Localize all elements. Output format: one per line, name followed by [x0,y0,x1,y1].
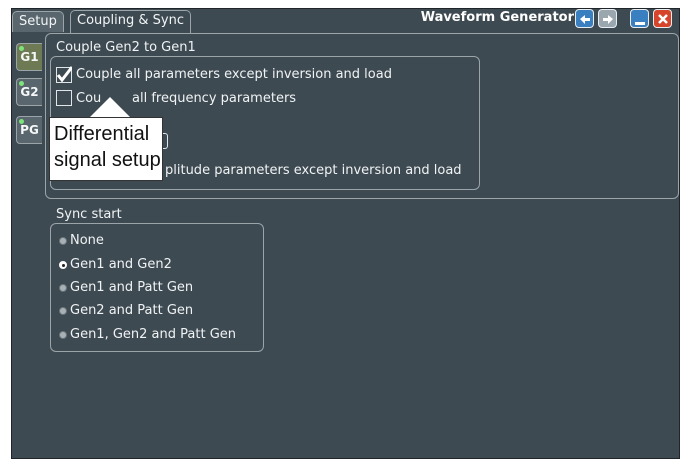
back-button[interactable] [575,9,594,28]
couple-amplitude-label[interactable]: plitude parameters except inversion and … [165,163,462,179]
status-led [19,119,24,124]
side-tab-pg[interactable]: PG [16,116,42,144]
sync-radio-gen1-gen2[interactable] [59,261,67,269]
callout-line-2: signal setup [54,149,161,171]
sync-radio-none[interactable] [59,237,67,245]
callout-line-1: Differential [54,123,150,145]
side-tab-g2[interactable]: G2 [16,78,42,106]
tab-bar: Setup Coupling & Sync Waveform Generator [11,8,680,33]
side-tab-pg-label: PG [20,123,39,137]
sync-heading: Sync start [56,207,122,222]
sync-option-gen1-patt[interactable]: Gen1 and Patt Gen [70,280,193,296]
couple-all-params-label[interactable]: Couple all parameters except inversion a… [76,67,392,83]
couple-all-params-checkbox[interactable] [56,66,72,83]
sync-option-all[interactable]: Gen1, Gen2 and Patt Gen [70,327,236,343]
sync-radio-gen2-patt[interactable] [59,307,67,315]
callout-pointer [89,97,131,118]
annotation-callout: Differential signal setup [49,117,163,181]
window-title: Waveform Generator [420,10,574,25]
tab-setup[interactable]: Setup [12,11,64,32]
forward-icon [603,15,613,24]
back-icon [580,15,590,24]
sync-option-none[interactable]: None [70,233,104,249]
sync-radio-all[interactable] [59,331,67,339]
side-tab-g1[interactable]: G1 [16,43,42,71]
tab-coupling-sync[interactable]: Coupling & Sync [70,10,191,33]
couple-frequency-label-suffix[interactable]: all frequency parameters [132,91,296,107]
coupling-heading: Couple Gen2 to Gen1 [56,40,196,55]
minimize-icon [635,22,645,25]
status-led [19,81,24,86]
status-led [19,46,24,51]
sync-radio-gen1-patt[interactable] [59,284,67,292]
forward-button[interactable] [598,9,617,28]
close-icon [658,14,668,24]
sync-option-gen2-patt[interactable]: Gen2 and Patt Gen [70,303,193,319]
side-tab-g2-label: G2 [20,85,39,99]
minimize-button[interactable] [630,9,649,28]
close-button[interactable] [653,9,672,28]
side-tab-g1-label: G1 [20,50,39,64]
sync-option-gen1-gen2[interactable]: Gen1 and Gen2 [70,257,172,273]
checkmark-icon [56,66,72,82]
couple-frequency-checkbox[interactable] [56,90,72,106]
